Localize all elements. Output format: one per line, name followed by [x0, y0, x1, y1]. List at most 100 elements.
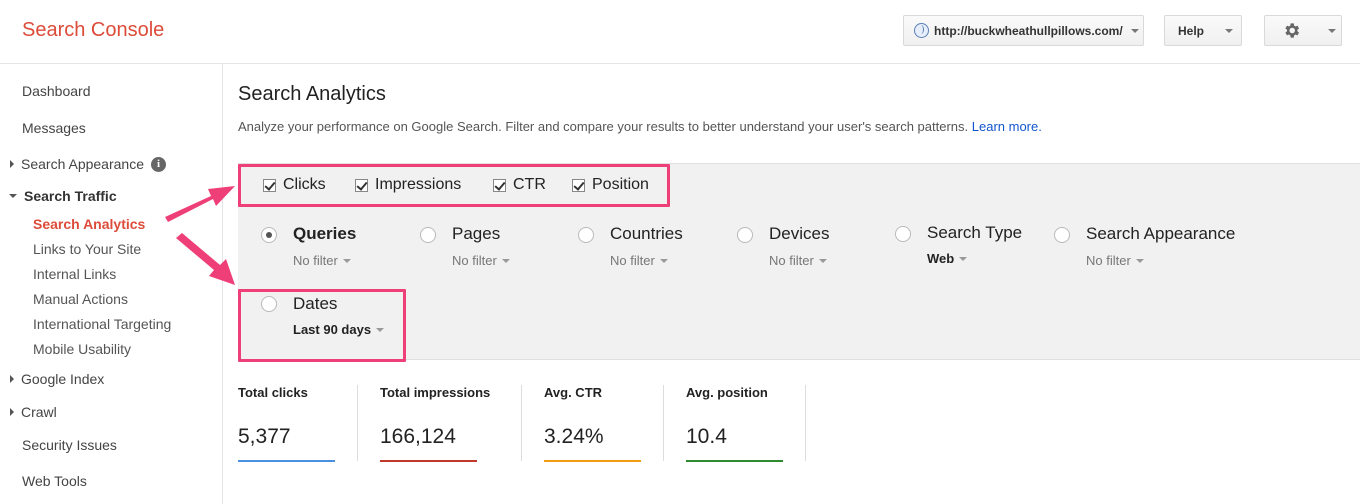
page-description: Analyze your performance on Google Searc… [238, 119, 1042, 134]
queries-radio[interactable] [261, 227, 277, 243]
sidebar-subitem-international-targeting[interactable]: International Targeting [33, 316, 171, 332]
devices-radio[interactable] [737, 227, 753, 243]
filter-value: No filter [293, 253, 338, 268]
stat-label: Total impressions [380, 385, 491, 400]
sidebar-item-label: Manual Actions [33, 291, 128, 307]
info-icon[interactable]: i [150, 156, 166, 172]
sidebar-item-label: Search Appearance [21, 156, 144, 172]
stat-value: 3.24% [544, 425, 604, 448]
chevron-down-icon [1135, 258, 1144, 263]
chevron-down-icon [501, 258, 510, 263]
page-title: Search Analytics [238, 83, 386, 105]
chevron-down-icon [1225, 28, 1234, 33]
sidebar-item-label: Search Traffic [24, 188, 117, 204]
sidebar-item-label: Mobile Usability [33, 341, 132, 357]
stat-color-bar [238, 460, 335, 462]
filter-value: No filter [452, 253, 497, 268]
settings-button[interactable] [1264, 15, 1342, 46]
sidebar-item-label: Security Issues [22, 437, 117, 453]
pages-label[interactable]: Pages [452, 224, 500, 244]
gear-icon [1285, 23, 1300, 38]
dates-highlight-box [238, 289, 406, 362]
chevron-down-icon [959, 256, 968, 261]
stat-value: 5,377 [238, 425, 291, 448]
caret-right-icon [10, 160, 14, 168]
sidebar-item-label: Web Tools [22, 473, 87, 489]
site-selector[interactable]: http://buckwheathullpillows.com/ [903, 15, 1144, 46]
search-appearance-filter-dropdown[interactable]: No filter [1086, 253, 1144, 268]
stat-label: Avg. CTR [544, 385, 603, 400]
sidebar-item-web-tools[interactable]: Web Tools [22, 473, 87, 489]
sidebar-item-label: Google Index [21, 371, 105, 387]
queries-filter-dropdown[interactable]: No filter [293, 253, 351, 268]
sidebar-subitem-mobile-usability[interactable]: Mobile Usability [33, 341, 131, 357]
sidebar-subitem-search-analytics[interactable]: Search Analytics [33, 216, 145, 232]
stat-avg-ctr[interactable]: Avg. CTR 3.24% [544, 385, 641, 462]
sidebar-item-label: Crawl [21, 404, 57, 420]
sidebar-item-label: Dashboard [22, 83, 91, 99]
stat-label: Avg. position [686, 385, 768, 400]
pages-radio[interactable] [420, 227, 436, 243]
stat-divider [805, 385, 806, 461]
sidebar-subitem-manual-actions[interactable]: Manual Actions [33, 291, 128, 307]
countries-label[interactable]: Countries [610, 224, 683, 244]
metrics-highlight-box [238, 164, 670, 207]
description-text: Analyze your performance on Google Searc… [238, 119, 969, 134]
stat-avg-position[interactable]: Avg. position 10.4 [686, 385, 783, 462]
chevron-down-icon [659, 258, 668, 263]
help-button[interactable]: Help [1164, 15, 1242, 46]
pages-filter-dropdown[interactable]: No filter [452, 253, 510, 268]
top-header: Search Console http://buckwheathullpillo… [0, 0, 1360, 64]
sidebar-item-security-issues[interactable]: Security Issues [22, 437, 117, 453]
filter-value: No filter [769, 253, 814, 268]
countries-radio[interactable] [578, 227, 594, 243]
stat-color-bar [380, 460, 477, 462]
stat-value: 166,124 [380, 425, 456, 448]
chevron-down-icon [1328, 28, 1336, 33]
sidebar-subitem-links-to-your-site[interactable]: Links to Your Site [33, 241, 141, 257]
learn-more-link[interactable]: Learn more. [972, 119, 1042, 134]
stat-divider [663, 385, 664, 461]
search-appearance-radio[interactable] [1054, 227, 1070, 243]
stat-total-impressions[interactable]: Total impressions 166,124 [380, 385, 491, 462]
chevron-down-icon [342, 258, 351, 263]
stat-label: Total clicks [238, 385, 308, 400]
search-type-radio[interactable] [895, 226, 911, 242]
site-url: http://buckwheathullpillows.com/ [934, 23, 1123, 38]
sidebar-item-label: Search Analytics [33, 216, 146, 232]
caret-right-icon [10, 375, 14, 383]
chevron-down-icon [818, 258, 827, 263]
sidebar-item-label: Links to Your Site [33, 241, 142, 257]
filter-value: No filter [1086, 253, 1131, 268]
sidebar-item-messages[interactable]: Messages [22, 120, 86, 136]
filter-value: Web [927, 251, 955, 266]
caret-down-icon [9, 194, 17, 198]
devices-filter-dropdown[interactable]: No filter [769, 253, 827, 268]
sidebar-item-search-appearance[interactable]: Search Appearance i [10, 156, 166, 172]
app-title[interactable]: Search Console [22, 19, 164, 42]
stat-divider [357, 385, 358, 461]
stat-total-clicks[interactable]: Total clicks 5,377 [238, 385, 335, 462]
stat-value: 10.4 [686, 425, 727, 448]
sidebar-item-search-traffic[interactable]: Search Traffic [9, 188, 117, 204]
sidebar-item-label: Internal Links [33, 266, 117, 282]
devices-label[interactable]: Devices [769, 224, 829, 244]
countries-filter-dropdown[interactable]: No filter [610, 253, 668, 268]
sidebar-item-dashboard[interactable]: Dashboard [22, 83, 91, 99]
chevron-down-icon [1130, 28, 1139, 33]
caret-right-icon [10, 408, 14, 416]
sidebar-item-crawl[interactable]: Crawl [10, 404, 57, 420]
stat-divider [521, 385, 522, 461]
search-type-filter-dropdown[interactable]: Web [927, 251, 968, 266]
help-label: Help [1178, 23, 1205, 38]
sidebar-item-label: Messages [22, 120, 86, 136]
sidebar-item-google-index[interactable]: Google Index [10, 371, 104, 387]
stat-color-bar [544, 460, 641, 462]
filter-value: No filter [610, 253, 655, 268]
queries-label[interactable]: Queries [293, 224, 356, 244]
stat-color-bar [686, 460, 783, 462]
search-appearance-label[interactable]: Search Appearance [1086, 224, 1235, 244]
sidebar-subitem-internal-links[interactable]: Internal Links [33, 266, 116, 282]
search-type-label[interactable]: Search Type [927, 223, 1022, 243]
globe-icon [914, 23, 929, 38]
